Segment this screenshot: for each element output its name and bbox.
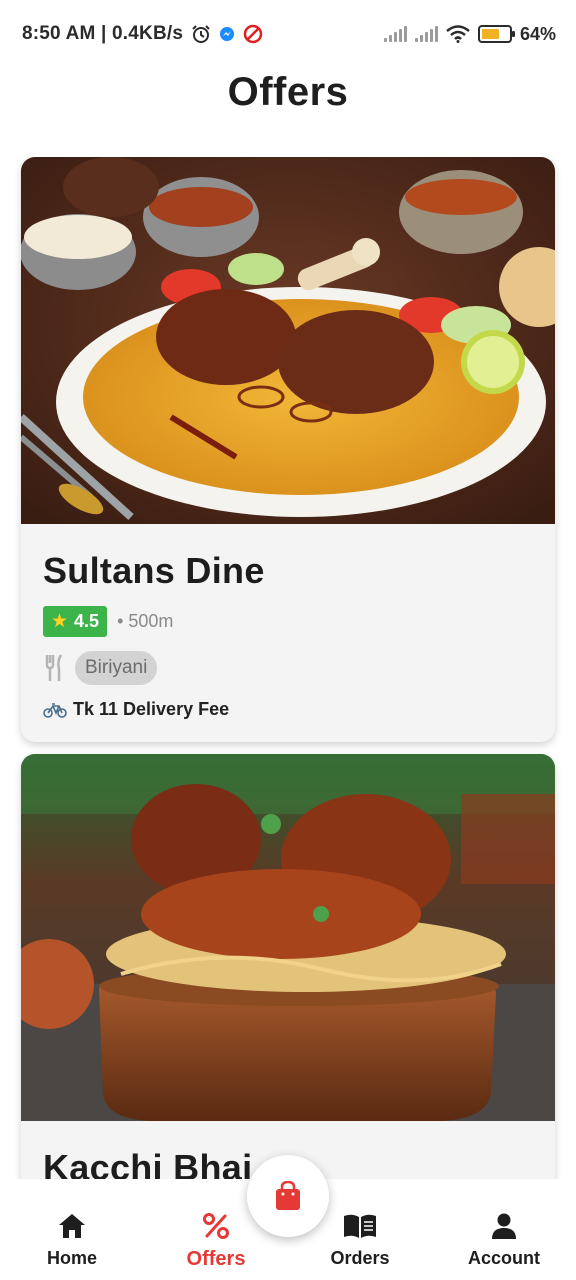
cuisine-tag[interactable]: Biriyani (75, 651, 158, 685)
bicycle-icon (43, 702, 67, 718)
shopping-bag-icon (276, 1181, 300, 1210)
status-left: 8:50 AM | 0.4KB/s (22, 23, 263, 45)
offer-image (21, 754, 555, 1121)
offer-card[interactable]: Sultans Dine ★ 4.5 • 500m Biriyani Tk 11… (21, 157, 555, 742)
wifi-icon (446, 25, 470, 43)
star-icon: ★ (51, 611, 69, 632)
book-icon (344, 1214, 376, 1238)
battery-icon (477, 25, 515, 43)
percent-icon (203, 1213, 229, 1239)
delivery-fee: Tk 11 Delivery Fee (73, 699, 230, 719)
messenger-icon (220, 27, 235, 41)
nav-label: Account (468, 1248, 540, 1268)
delivery-fee-row: Tk 11 Delivery Fee (43, 699, 533, 720)
offer-image (21, 157, 555, 524)
status-right: 64% (383, 23, 556, 45)
distance: • 500m (117, 611, 174, 631)
meta-row: ★ 4.5 • 500m (43, 606, 533, 637)
cart-button[interactable] (247, 1155, 329, 1237)
restaurant-name: Sultans Dine (43, 550, 265, 591)
status-bar: 8:50 AM | 0.4KB/s 64% (0, 0, 576, 68)
page-title: Offers (227, 70, 349, 114)
offer-details: Sultans Dine ★ 4.5 • 500m Biriyani Tk 11… (21, 524, 555, 720)
nav-label: Home (46, 1248, 97, 1268)
signal-icon (414, 26, 438, 42)
status-time-speed: 8:50 AM | 0.4KB/s (22, 23, 184, 44)
rating-value: 4.5 (74, 611, 100, 631)
nav-label: Offers (186, 1248, 246, 1270)
alarm-icon (192, 25, 210, 43)
fork-knife-icon (45, 654, 63, 681)
blocked-icon (243, 24, 263, 44)
cuisine-row: Biriyani (43, 651, 533, 685)
offer-card[interactable]: Kacchi Bhai (21, 754, 555, 1179)
signal-icon (383, 26, 407, 42)
nav-account[interactable]: Account (432, 1180, 576, 1280)
nav-label: Orders (330, 1248, 390, 1268)
home-icon (59, 1214, 85, 1238)
rating-badge: ★ 4.5 (43, 606, 108, 637)
person-icon (492, 1213, 516, 1239)
nav-home[interactable]: Home (0, 1180, 144, 1280)
offers-list[interactable]: Sultans Dine ★ 4.5 • 500m Biriyani Tk 11… (0, 157, 576, 1179)
battery-percent: 64% (519, 23, 556, 44)
